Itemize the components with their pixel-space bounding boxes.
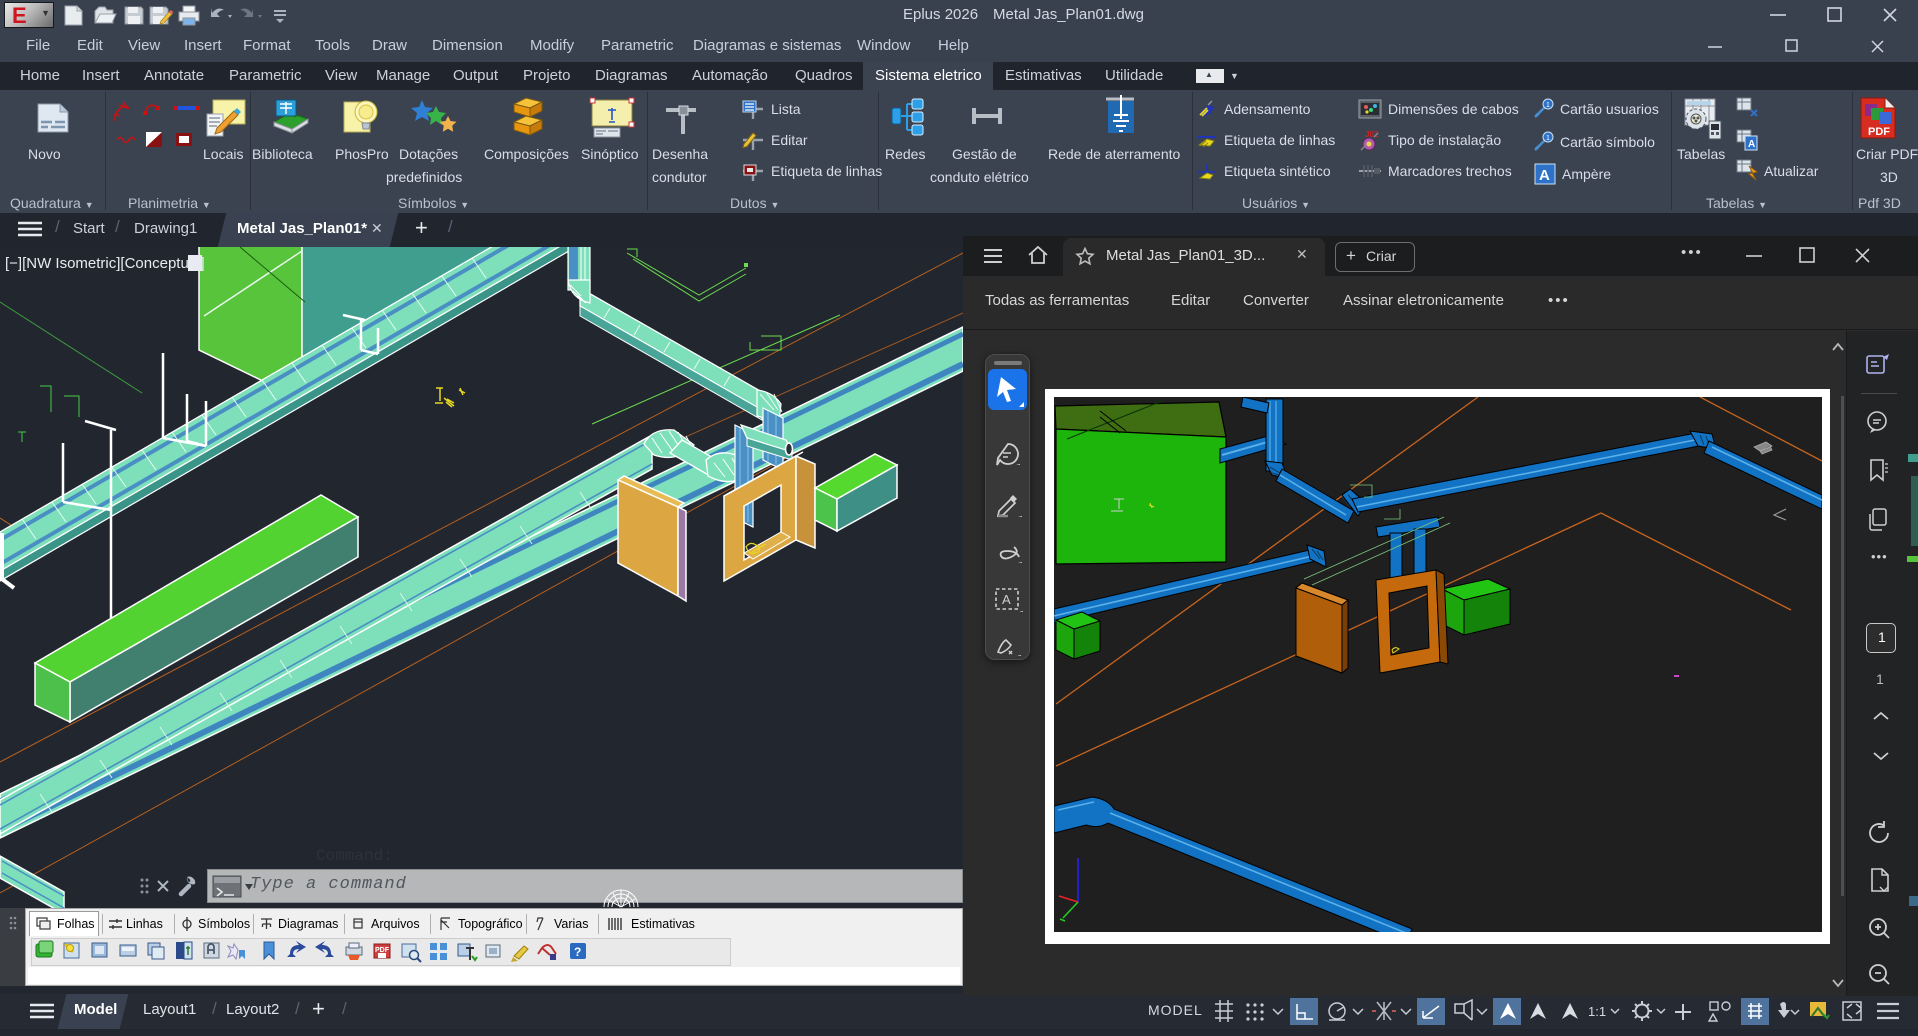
svg-text:1:1: 1:1 bbox=[1588, 1004, 1606, 1019]
svg-text:A: A bbox=[1748, 139, 1755, 150]
svg-text:[−][NW Isometric][Conceptual]: [−][NW Isometric][Conceptual] bbox=[5, 255, 205, 272]
svg-text:1: 1 bbox=[1546, 102, 1550, 109]
svg-text:A: A bbox=[1002, 592, 1011, 607]
svg-text:PDF: PDF bbox=[375, 947, 390, 954]
svg-text:PDF: PDF bbox=[1868, 126, 1890, 138]
svg-text:Command:: Command: bbox=[316, 847, 393, 865]
svg-text:?: ? bbox=[574, 945, 581, 959]
svg-text:1: 1 bbox=[1546, 135, 1550, 142]
svg-text:A: A bbox=[1539, 167, 1550, 184]
